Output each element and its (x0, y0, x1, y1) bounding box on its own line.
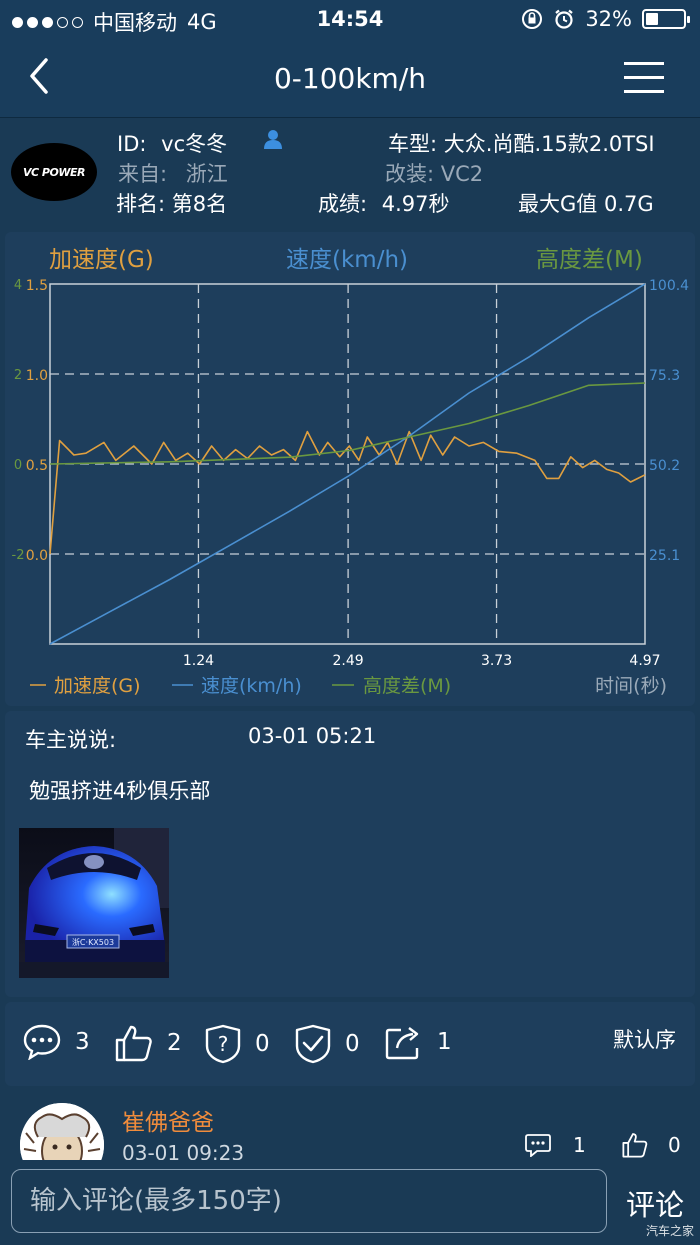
height-tick-label: -2 (12, 548, 25, 563)
score-value: 4.97秒 (381, 192, 450, 216)
car-value: 大众.尚酷.15款2.0TSI (443, 132, 655, 156)
legend-bottom-time: 时间(秒) (595, 675, 667, 697)
watermark: 汽车之家 (645, 1224, 694, 1238)
share-icon (385, 1027, 419, 1060)
height-tick-label: 4 (14, 278, 22, 293)
accel-tick-label: 1.0 (26, 368, 48, 384)
legend-bottom-speed: 速度(km/h) (201, 675, 302, 697)
rank-value: 第8名 (171, 192, 228, 216)
user-id: ID: vc冬冬 (117, 128, 227, 158)
comment-like-button[interactable]: 0 (622, 1132, 681, 1158)
modification: 改装: VC2 (385, 158, 483, 188)
comment-like-count: 0 (668, 1133, 681, 1157)
car-photo-image: 浙C·KX503 (19, 828, 169, 978)
speed-tick-label: 50.2 (649, 458, 680, 474)
accel-tick-label: 1.5 (26, 278, 48, 294)
id-value: vc冬冬 (161, 132, 228, 156)
height-tick-label: 0 (14, 458, 22, 473)
from-label: 来自: (118, 162, 168, 186)
shield-question-icon: ? (205, 1024, 241, 1064)
verify-button[interactable]: 0 (295, 1024, 360, 1064)
status-bar: 中国移动 4G 14:54 32% (0, 0, 700, 40)
comment-time: 03-01 09:23 (122, 1141, 245, 1162)
doubt-count: 0 (255, 1031, 270, 1057)
like-button[interactable]: 2 (115, 1024, 182, 1062)
post-date: 03-01 05:21 (248, 724, 377, 748)
comment-input-box (11, 1169, 607, 1233)
send-comment-button[interactable]: 评论 (626, 1182, 684, 1224)
comment-count-button[interactable]: 3 (23, 1024, 90, 1060)
doubt-button[interactable]: ? 0 (205, 1024, 270, 1064)
verify-count: 0 (345, 1031, 360, 1057)
page-title: 0-100km/h (273, 62, 427, 95)
user-icon[interactable] (263, 129, 283, 149)
speed-tick-label: 75.3 (649, 368, 680, 384)
from-value: 浙江 (185, 162, 228, 186)
acceleration-chart-card: 加速度(G) 速度(km/h) 高度差(M) 1.24 2.49 3.73 4.97 4… (5, 232, 695, 706)
vc-power-logo: VC POWER (11, 143, 97, 201)
mod-label: 改装: (385, 162, 435, 186)
svg-text:?: ? (218, 1032, 229, 1056)
menu-button[interactable] (624, 60, 666, 94)
license-plate: 浙C·KX503 (72, 937, 114, 947)
owner-label: 车主说说: (25, 728, 117, 752)
maxg-value: 0.7G (603, 192, 654, 216)
comment-count: 3 (75, 1029, 90, 1055)
x-tick-label: 4.97 (629, 653, 660, 669)
car-photo[interactable]: 浙C·KX503 (19, 828, 169, 978)
comment-item: 崔佛爸爸 03-01 09:23 1 0 (0, 1092, 700, 1162)
run-profile: VC POWER ID: vc冬冬 车型: 大众.尚酷.15款2.0TSI 来自… (0, 119, 700, 229)
accel-tick-label: 0.0 (26, 548, 48, 564)
comment-input-bar: 评论 汽车之家 (0, 1160, 700, 1245)
car-label: 车型: (388, 132, 438, 156)
rank-label: 排名: (116, 192, 166, 216)
action-bar: 3 2 ? 0 0 1 默认序 (5, 1002, 695, 1086)
maxg-label: 最大G值 (518, 192, 598, 216)
score-label: 成绩: (318, 192, 368, 216)
comment-bubble-icon (23, 1024, 61, 1060)
thumbs-up-icon (622, 1133, 648, 1158)
nav-bar: 0-100km/h (0, 40, 700, 118)
user-region: 来自: 浙江 (118, 158, 228, 188)
accel-tick-label: 0.5 (26, 458, 48, 474)
owner-post-card: 车主说说: 03-01 05:21 勉强挤进4秒俱乐部 浙C·KX503 (5, 711, 695, 997)
speed-tick-label: 100.4 (649, 278, 689, 294)
x-tick-label: 3.73 (481, 653, 512, 669)
shield-check-icon (295, 1024, 331, 1064)
avatar[interactable] (20, 1103, 104, 1162)
comment-bubble-icon (525, 1134, 551, 1157)
sort-button[interactable]: 默认序 (613, 1024, 676, 1054)
battery-percent: 32% (585, 7, 632, 31)
speed-tick-label: 25.1 (649, 548, 680, 564)
battery-icon (642, 9, 690, 29)
rank: 排名: 第8名 (116, 188, 227, 218)
avatar-image (20, 1103, 104, 1162)
id-label: ID: (117, 132, 147, 156)
status-right: 32% (521, 7, 690, 31)
thumbs-up-icon (115, 1025, 152, 1062)
car-model: 车型: 大众.尚酷.15款2.0TSI (388, 128, 655, 158)
comment-reply-button[interactable]: 1 (525, 1133, 586, 1157)
hamburger-menu-icon (624, 62, 664, 93)
post-text: 勉强挤进4秒俱乐部 (29, 779, 211, 803)
height-tick-label: 2 (14, 368, 22, 383)
legend-bottom-accel: 加速度(G) (54, 675, 141, 697)
orientation-lock-icon (522, 9, 543, 29)
comment-input[interactable] (12, 1170, 606, 1232)
comment-username[interactable]: 崔佛爸爸 (122, 1103, 214, 1137)
sort-label: 默认序 (613, 1028, 676, 1052)
reply-count: 1 (573, 1133, 586, 1157)
x-tick-label: 2.49 (333, 653, 364, 669)
share-button[interactable]: 1 (385, 1024, 452, 1060)
legend-bottom-height: 高度差(M) (363, 675, 451, 697)
x-tick-label: 1.24 (183, 653, 214, 669)
chart-plot: 1.24 2.49 3.73 4.97 4 1.5 100.4 2 1.0 75.3 0 0.5 50.… (12, 278, 690, 697)
score: 成绩: 4.97秒 (318, 188, 450, 218)
max-g: 最大G值 0.7G (518, 188, 654, 218)
share-count: 1 (437, 1029, 452, 1055)
alarm-icon (555, 9, 574, 29)
like-count: 2 (167, 1030, 182, 1056)
mod-value: VC2 (440, 162, 484, 186)
